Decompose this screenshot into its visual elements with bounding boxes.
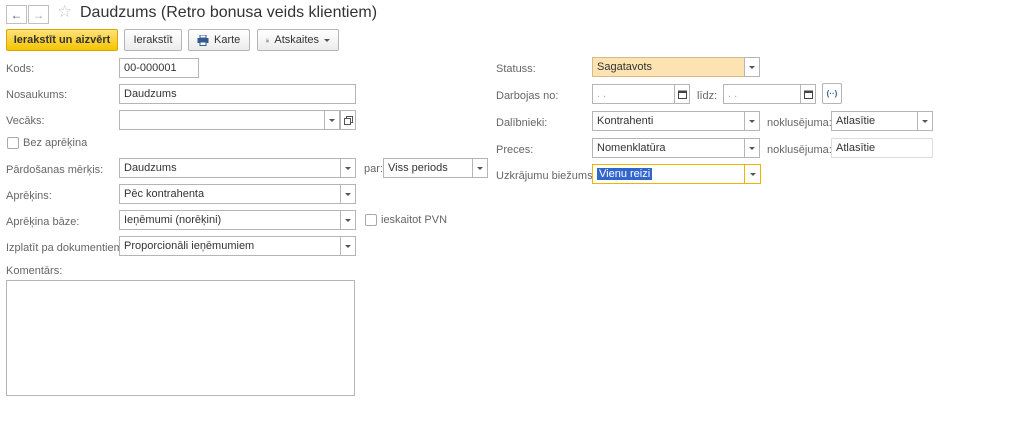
parent-dropdown-button[interactable] — [324, 110, 340, 130]
participants-default-field[interactable]: Atlasītie — [831, 111, 918, 131]
goods-label: Preces: — [496, 144, 534, 156]
calc-base-label: Aprēķina bāze: — [6, 216, 80, 228]
comment-textarea[interactable] — [6, 280, 355, 396]
chevron-down-icon — [922, 119, 928, 123]
arrow-left-icon: ← — [10, 7, 23, 22]
chevron-down-icon — [345, 166, 351, 170]
save-and-close-button[interactable]: Ierakstīt un aizvērt — [6, 29, 118, 51]
favorite-star-icon[interactable]: ☆ — [57, 2, 72, 22]
default-label-2: noklusējuma: — [767, 144, 832, 156]
chevron-down-icon — [345, 244, 351, 248]
period-field[interactable]: Viss periods — [383, 158, 473, 178]
pay-by-docs-dropdown-button[interactable] — [340, 236, 356, 256]
chevron-down-icon — [329, 118, 335, 122]
goods-field[interactable]: Nomenklatūra — [592, 138, 745, 158]
calendar-icon — [677, 90, 687, 99]
date-from-calendar-button[interactable] — [674, 84, 690, 104]
date-from-field[interactable]: . . — [592, 84, 675, 104]
save-button[interactable]: Ierakstīt — [124, 29, 182, 51]
pay-by-docs-field[interactable]: Proporcionāli ieņēmumiem — [119, 236, 341, 256]
participants-default-dropdown-button[interactable] — [917, 111, 933, 131]
chevron-down-icon — [324, 38, 330, 42]
printer-icon — [197, 34, 209, 46]
name-field[interactable]: Daudzums — [119, 84, 356, 104]
period-dropdown-button[interactable] — [472, 158, 488, 178]
accum-freq-label: Uzkrājumu biežums: — [496, 170, 596, 182]
parent-label: Vecāks: — [6, 115, 45, 127]
back-button[interactable]: ← — [6, 5, 27, 24]
no-calc-checkbox[interactable] — [7, 137, 19, 149]
period-icon: (··) — [826, 89, 838, 98]
sales-goal-label: Pārdošanas mērķis: — [6, 164, 104, 176]
chevron-down-icon — [749, 65, 755, 69]
participants-field[interactable]: Kontrahenti — [592, 111, 745, 131]
chevron-down-icon — [749, 146, 755, 150]
period-select-button[interactable]: (··) — [822, 83, 842, 104]
page-title: Daudzums (Retro bonusa veids klientiem) — [80, 4, 378, 21]
participants-dropdown-button[interactable] — [744, 111, 760, 131]
pay-by-docs-label: Izplatīt pa dokumentiem: — [6, 242, 126, 254]
calc-base-field[interactable]: Ieņēmumi (norēķini) — [119, 210, 341, 230]
to-label: līdz: — [697, 90, 718, 102]
default-label-1: noklusējuma: — [767, 117, 832, 129]
no-calc-label: Bez aprēķina — [23, 137, 88, 149]
accum-freq-field[interactable]: Vienu reizi — [592, 164, 745, 184]
incl-vat-checkbox[interactable] — [365, 214, 377, 226]
calendar-icon — [803, 90, 813, 99]
print-card-button[interactable]: Karte — [188, 29, 250, 51]
active-from-label: Darbojas no: — [496, 90, 559, 102]
print-card-label: Karte — [214, 34, 241, 46]
calc-field[interactable]: Pēc kontrahenta — [119, 184, 341, 204]
date-to-field[interactable]: . . — [723, 84, 801, 104]
chevron-down-icon — [749, 119, 755, 123]
chevron-down-icon — [477, 166, 483, 170]
chevron-down-icon — [345, 192, 351, 196]
reports-button[interactable]: Atskaites — [257, 29, 339, 51]
open-window-icon — [343, 115, 353, 125]
report-chart-icon — [266, 38, 270, 42]
forward-button[interactable]: → — [28, 5, 49, 24]
status-dropdown-button[interactable] — [744, 57, 760, 77]
goods-dropdown-button[interactable] — [744, 138, 760, 158]
sales-goal-dropdown-button[interactable] — [340, 158, 356, 178]
par-label: par: — [364, 163, 383, 175]
code-label: Kods: — [6, 63, 35, 75]
chevron-down-icon — [749, 172, 756, 176]
accum-freq-selected-text: Vienu reizi — [597, 168, 653, 180]
calc-dropdown-button[interactable] — [340, 184, 356, 204]
goods-default-field[interactable]: Atlasītie — [831, 138, 933, 158]
arrow-right-icon: → — [32, 7, 45, 22]
comment-label: Komentārs: — [6, 265, 63, 277]
name-label: Nosaukums: — [6, 89, 68, 101]
parent-open-button[interactable] — [340, 110, 356, 130]
status-field[interactable]: Sagatavots — [592, 57, 745, 77]
calc-label: Aprēķins: — [6, 190, 52, 202]
incl-vat-label: ieskaitot PVN — [381, 214, 448, 226]
date-to-calendar-button[interactable] — [800, 84, 816, 104]
reports-label: Atskaites — [274, 34, 319, 46]
calc-base-dropdown-button[interactable] — [340, 210, 356, 230]
participants-label: Dalībnieki: — [496, 117, 548, 129]
code-field[interactable]: 00-000001 — [119, 58, 199, 78]
status-label: Statuss: — [496, 63, 536, 75]
parent-field[interactable] — [119, 110, 325, 130]
sales-goal-field[interactable]: Daudzums — [119, 158, 341, 178]
chevron-down-icon — [345, 218, 351, 222]
accum-freq-dropdown-button[interactable] — [744, 164, 761, 184]
